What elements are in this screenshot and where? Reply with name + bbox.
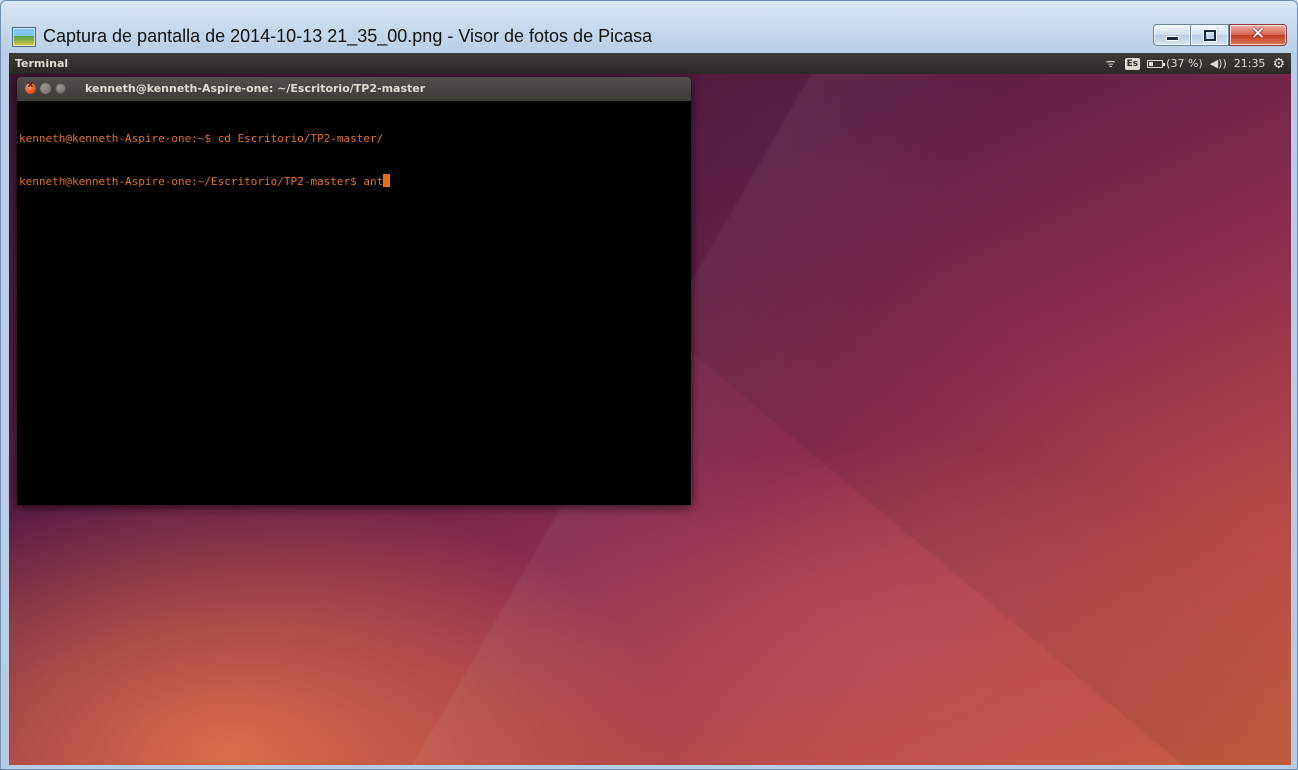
minimize-icon [1167,37,1178,40]
terminal-close-icon: x [25,80,36,94]
text-cursor [383,174,391,187]
ubuntu-top-panel: Terminal ᯤ Es (37 %) ◀)) 21:35 ⚙ [9,53,1291,74]
indicator-tray: ᯤ Es (37 %) ◀)) 21:35 ⚙ [1104,53,1285,74]
window-title: Captura de pantalla de 2014-10-13 21_35_… [43,26,653,46]
terminal-line: kenneth@kenneth-Aspire-one:~/Escritorio/… [19,174,391,189]
wifi-icon: ᯤ [1105,57,1116,70]
battery-percent: (37 %) [1166,57,1203,70]
picasa-viewer-window: Captura de pantalla de 2014-10-13 21_35_… [0,0,1298,770]
close-button[interactable]: ✕ [1229,24,1287,46]
keyboard-layout-badge: Es [1124,57,1141,70]
terminal-line: kenneth@kenneth-Aspire-one:~$ cd Escrito… [19,132,384,145]
close-icon: ✕ [1250,24,1266,44]
photo-viewer-area[interactable]: Terminal ᯤ Es (37 %) ◀)) 21:35 ⚙ x kenne… [9,53,1291,765]
picasa-photo-icon [12,27,36,47]
terminal-titlebar: x kenneth@kenneth-Aspire-one: ~/Escritor… [17,77,691,101]
maximize-icon [1204,30,1216,41]
window-titlebar[interactable]: Captura de pantalla de 2014-10-13 21_35_… [1,1,1297,51]
terminal-title: kenneth@kenneth-Aspire-one: ~/Escritorio… [85,82,426,95]
battery-icon [1147,59,1166,68]
terminal-maximize-icon [55,83,66,94]
terminal-output: kenneth@kenneth-Aspire-one:~$ cd Escrito… [19,104,391,217]
panel-app-name: Terminal [15,57,69,70]
minimize-button[interactable] [1153,24,1191,46]
maximize-button[interactable] [1191,24,1229,46]
volume-icon: ◀)) [1209,57,1227,70]
terminal-window: x kenneth@kenneth-Aspire-one: ~/Escritor… [17,77,691,505]
terminal-prompt-input: kenneth@kenneth-Aspire-one:~/Escritorio/… [19,175,384,188]
settings-gear-icon: ⚙ [1272,55,1285,72]
battery-level-fill [1149,61,1154,66]
clock: 21:35 [1233,57,1266,70]
terminal-minimize-icon [40,83,51,94]
